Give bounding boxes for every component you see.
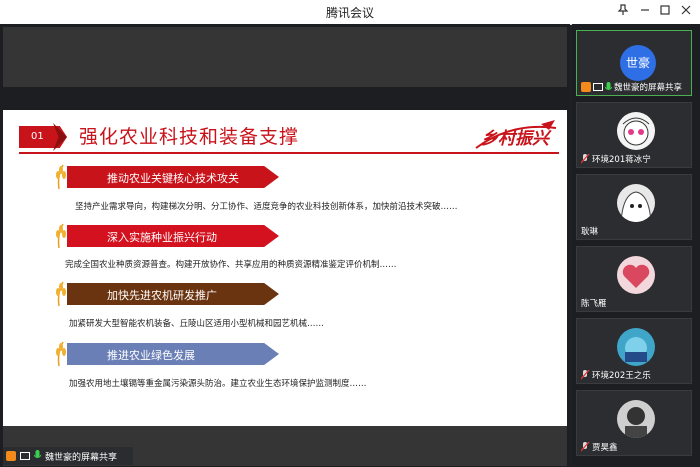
mic-icon — [605, 81, 612, 90]
avatar — [617, 184, 655, 222]
participant-tile[interactable]: 耿琳 — [576, 174, 692, 240]
brand-logo: 乡村振兴 — [471, 120, 561, 152]
shared-screen-area: 01 强化农业科技和装备支撑 乡村振兴 推动农业关键核心技术攻关 坚持产业需求导… — [0, 24, 570, 467]
participant-sidebar: 世豪 魏世豪的屏幕共享 环境201蒋冰宁 耿琳 陈飞雁 环境202王之乐 贾昊鑫 — [572, 24, 700, 467]
close-icon[interactable] — [677, 3, 695, 21]
participant-name: 环境202王之乐 — [592, 371, 651, 381]
screen-share-icon — [20, 452, 30, 460]
item-title: 推进农业绿色发展 — [107, 349, 195, 362]
participant-tile[interactable]: 环境202王之乐 — [576, 318, 692, 384]
slide-item-2: 深入实施种业振兴行动 — [47, 223, 279, 249]
participant-tile[interactable]: 贾昊鑫 — [576, 390, 692, 456]
slide-item-1: 推动农业关键核心技术攻关 — [47, 164, 279, 190]
section-divider — [19, 152, 559, 154]
avatar — [617, 256, 655, 294]
minimize-icon[interactable] — [636, 3, 654, 21]
window-titlebar: 腾讯会议 — [0, 0, 700, 25]
participant-tile[interactable]: 世豪 魏世豪的屏幕共享 — [576, 30, 692, 96]
pin-icon[interactable] — [614, 3, 632, 21]
slide-item-4: 推进农业绿色发展 — [47, 341, 279, 367]
user-badge-icon — [6, 451, 16, 461]
participant-name: 环境201蒋冰宁 — [592, 155, 651, 165]
item-body: 加强农用地土壤镉等重金属污染源头防治。建立农业生态环境保护监测制度…… — [69, 379, 367, 389]
screen-share-icon — [593, 83, 603, 91]
maximize-icon[interactable] — [656, 3, 674, 21]
mic-muted-icon — [581, 154, 590, 164]
avatar — [617, 400, 655, 438]
participant-tile[interactable]: 环境201蒋冰宁 — [576, 102, 692, 168]
mic-muted-icon — [581, 442, 590, 452]
brand-text: 乡村振兴 — [481, 129, 549, 149]
item-title: 加快先进农机研发推广 — [107, 289, 217, 302]
window-title: 腾讯会议 — [325, 6, 374, 20]
user-badge-icon — [581, 82, 591, 92]
mic-icon — [34, 450, 41, 458]
item-title: 深入实施种业振兴行动 — [107, 231, 217, 244]
slide-top-band — [3, 27, 567, 87]
participant-name: 贾昊鑫 — [592, 443, 618, 453]
item-body: 坚持产业需求导向，构建梯次分明、分工协作、适度竞争的农业科技创新体系，加快前沿技… — [75, 202, 458, 212]
item-title: 推动农业关键核心技术攻关 — [107, 172, 239, 185]
avatar: 世豪 — [620, 45, 656, 81]
item-body: 完成全国农业种质资源普查。构建开放协作、共享应用的种质资源精准鉴定评价机制…… — [65, 260, 397, 270]
participant-name: 魏世豪的屏幕共享 — [614, 83, 683, 93]
slide-item-3: 加快先进农机研发推广 — [47, 281, 279, 307]
participant-name: 陈飞雁 — [581, 299, 607, 309]
item-body: 加紧研发大型智能农机装备、丘陵山区适用小型机械和园艺机械…… — [69, 319, 325, 329]
mic-muted-icon — [581, 370, 590, 380]
participant-tile[interactable]: 陈飞雁 — [576, 246, 692, 312]
section-title: 强化农业科技和装备支撑 — [79, 126, 300, 148]
screen-share-indicator[interactable]: 魏世豪的屏幕共享 — [3, 447, 133, 465]
participant-name: 耿琳 — [581, 227, 599, 237]
avatar — [617, 112, 655, 150]
share-label: 魏世豪的屏幕共享 — [45, 453, 118, 463]
presentation-slide: 01 强化农业科技和装备支撑 乡村振兴 推动农业关键核心技术攻关 坚持产业需求导… — [3, 110, 567, 426]
avatar — [617, 328, 655, 366]
